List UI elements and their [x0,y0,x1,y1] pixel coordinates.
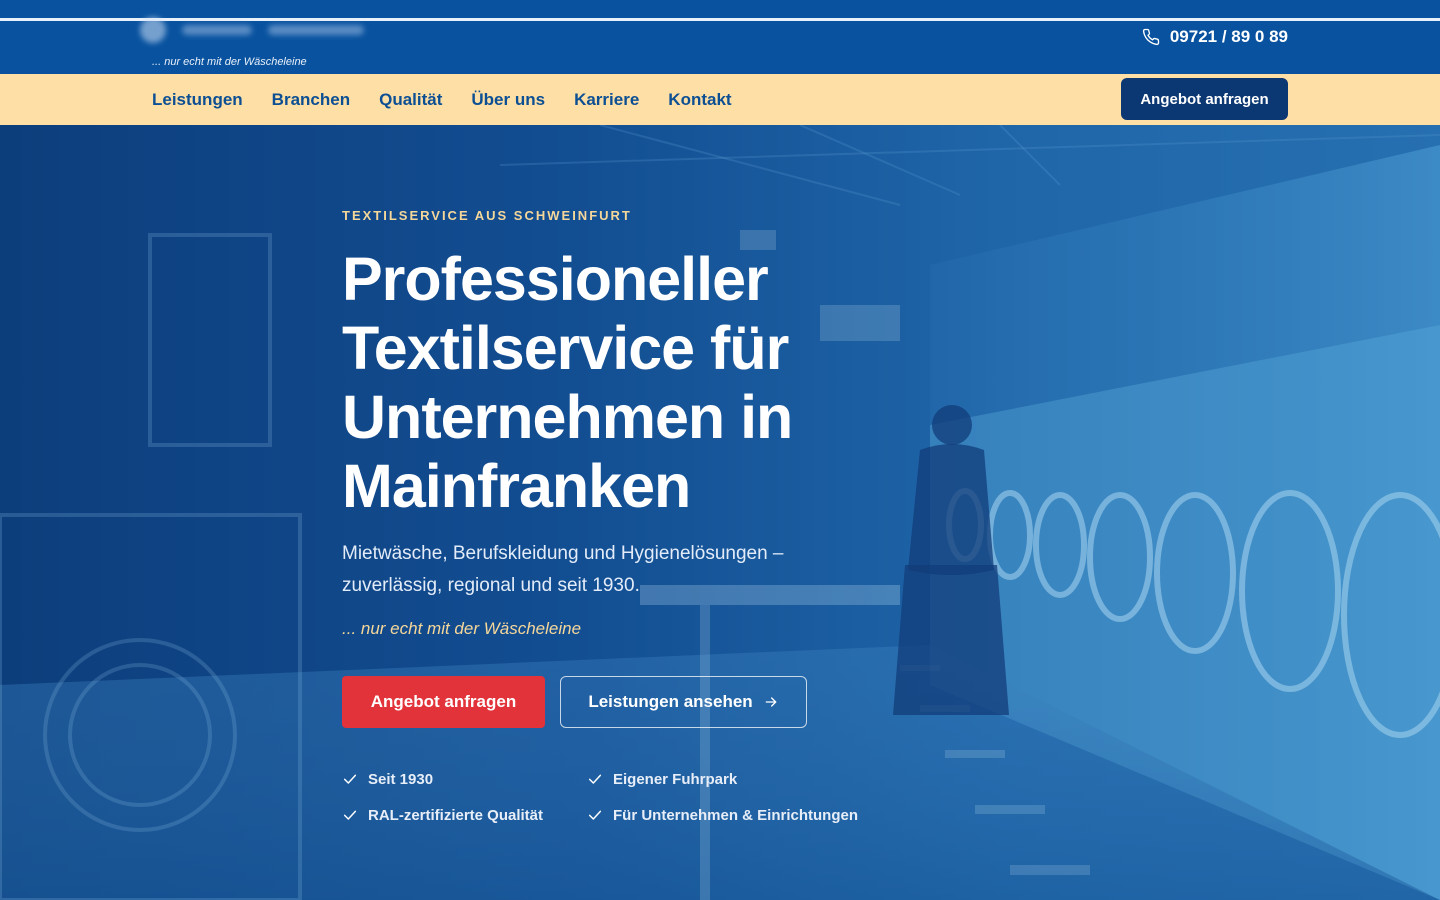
top-bar: ... nur echt mit der Wäscheleine 09721 /… [0,0,1440,74]
check-icon [588,774,602,784]
check-icon [343,774,357,784]
feature-label: Eigener Fuhrpark [613,770,738,788]
nav-item-kontakt[interactable]: Kontakt [668,90,731,110]
hero-eyebrow: TEXTILSERVICE AUS SCHWEINFURT [342,208,632,223]
logo-wordmark-secondary [268,25,364,35]
hero-services-button[interactable]: Leistungen ansehen [560,676,807,728]
feature-label: Für Unternehmen & Einrichtungen [613,806,859,824]
feature-label: RAL-zertifizierte Qualität [368,806,544,824]
hero-feature-list: Seit 1930 Eigener Fuhrpark RAL-zertifizi… [342,768,902,840]
nav-item-qualitaet[interactable]: Qualität [379,90,442,110]
nav-item-karriere[interactable]: Karriere [574,90,639,110]
hero-quote-button[interactable]: Angebot anfragen [342,676,545,728]
check-icon [343,810,357,820]
nav-item-ueber-uns[interactable]: Über uns [471,90,545,110]
feature-item: Für Unternehmen & Einrichtungen [587,804,858,826]
hero-lead: Mietwäsche, Berufskleidung und Hygienelö… [342,543,784,596]
nav-item-branchen[interactable]: Branchen [272,90,350,110]
phone-icon [1142,28,1160,46]
feature-label: Seit 1930 [368,770,434,788]
logo-mark [140,17,166,43]
nav-item-leistungen[interactable]: Leistungen [152,90,243,110]
hero-headline: Professioneller Textilservice für Untern… [342,245,793,520]
phone-link[interactable]: 09721 / 89 0 89 [1142,26,1288,48]
nav-quote-button[interactable]: Angebot anfragen [1121,78,1288,120]
feature-item: Eigener Fuhrpark [587,768,737,790]
check-icon [588,810,602,820]
phone-number: 09721 / 89 0 89 [1169,27,1288,46]
logo-wordmark [182,25,252,35]
main-nav: Leistungen Branchen Qualität Über uns Ka… [0,74,1440,125]
nav-list: Leistungen Branchen Qualität Über uns Ka… [152,74,732,125]
hero-section: TEXTILSERVICE AUS SCHWEINFURT Profession… [0,125,1440,900]
logo[interactable] [140,10,400,50]
hero-tagline: ... nur echt mit der Wäscheleine [342,619,582,638]
hero-services-label: Leistungen ansehen [588,692,753,711]
arrow-right-icon [765,697,777,707]
feature-item: Seit 1930 [342,768,433,790]
feature-item: RAL-zertifizierte Qualität [342,804,543,826]
header-slogan: ... nur echt mit der Wäscheleine [152,56,307,68]
